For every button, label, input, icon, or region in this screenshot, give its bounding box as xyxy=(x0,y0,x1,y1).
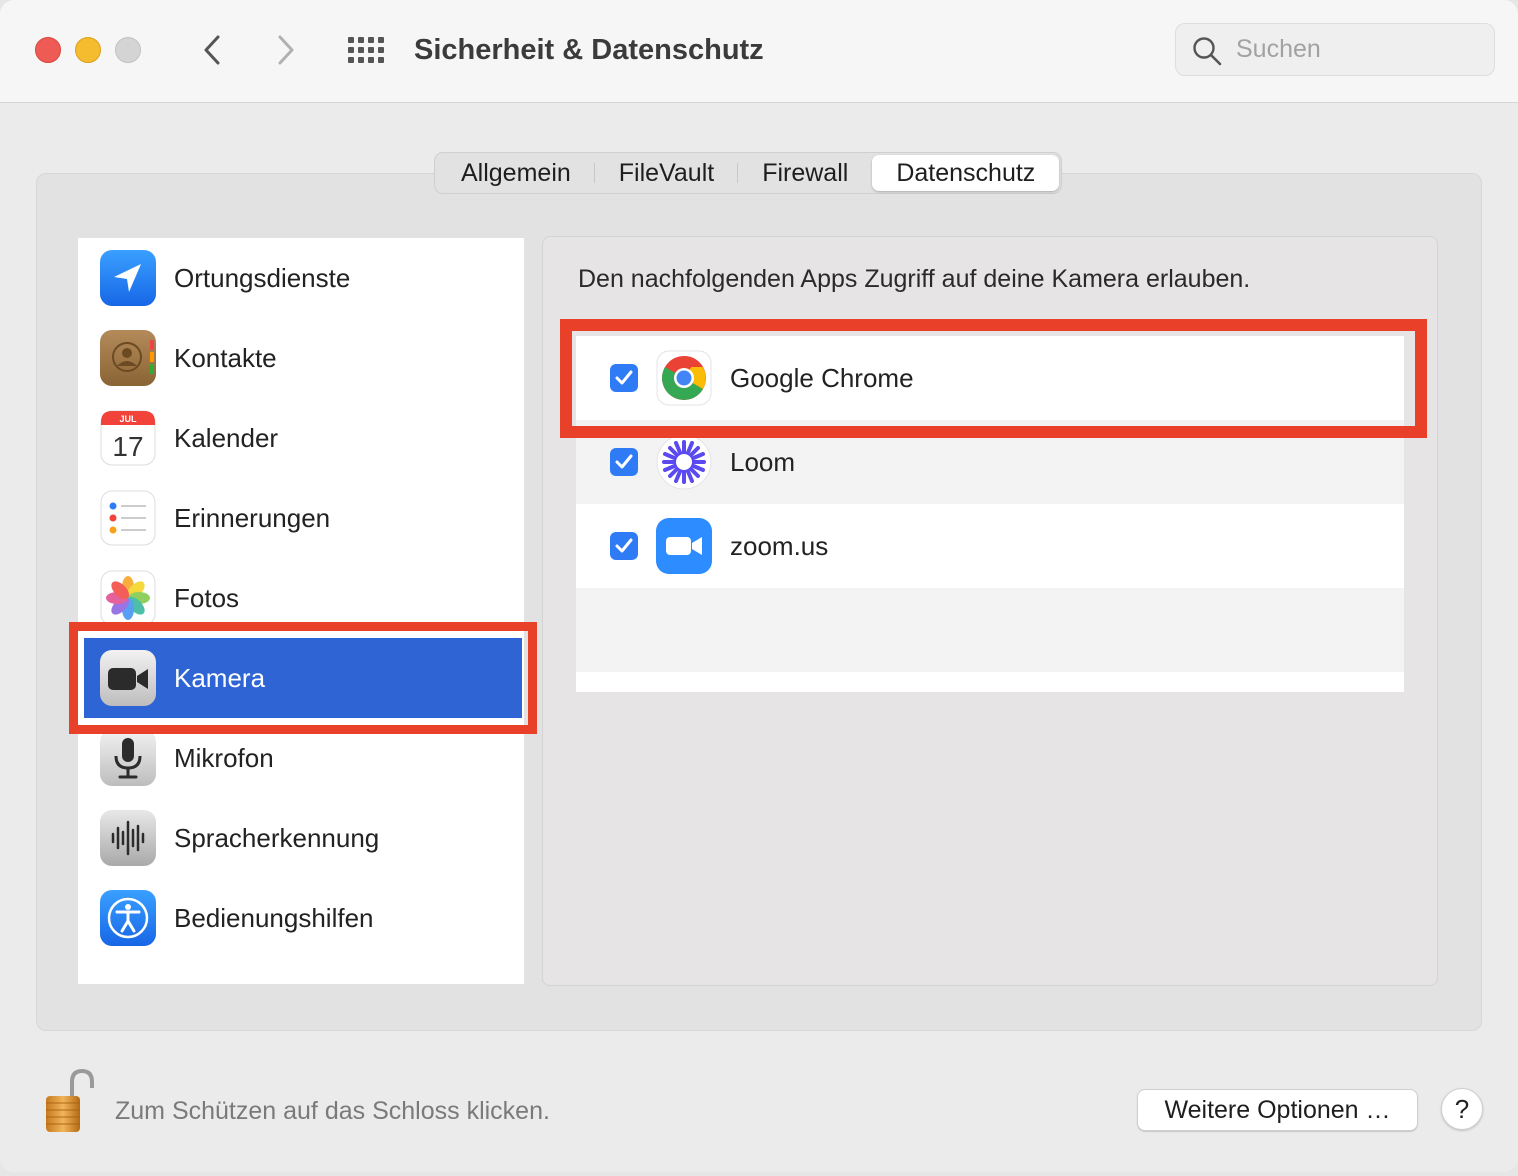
forward-button[interactable] xyxy=(266,30,306,70)
sidebar-item-label: Kamera xyxy=(174,663,266,693)
sidebar-item-label: Mikrofon xyxy=(174,743,274,773)
sidebar-item-erinnerungen[interactable]: Erinnerungen xyxy=(78,478,524,558)
chrome-checkbox[interactable] xyxy=(610,364,638,392)
calendar-month: JUL xyxy=(119,414,137,424)
zoom-checkbox[interactable] xyxy=(610,532,638,560)
sidebar-item-label: Spracherkennung xyxy=(174,823,380,853)
contacts-icon xyxy=(100,330,156,386)
sidebar-item-label: Erinnerungen xyxy=(174,503,331,533)
sidebar-item-label: Bedienungshilfen xyxy=(174,903,374,933)
sidebar-item-bedienungshilfen[interactable]: Bedienungshilfen xyxy=(78,878,524,958)
app-row-google-chrome: Google Chrome xyxy=(576,336,1404,420)
calendar-day: 17 xyxy=(112,431,143,462)
sidebar-item-mikrofon[interactable]: Mikrofon xyxy=(78,718,524,798)
search-field[interactable] xyxy=(1175,23,1495,76)
sidebar-item-label: Fotos xyxy=(174,583,240,613)
zoom-icon xyxy=(656,518,712,574)
app-row-empty xyxy=(576,588,1404,672)
sidebar-item-spracherkennung[interactable]: Spracherkennung xyxy=(78,798,524,878)
loom-icon xyxy=(656,434,712,490)
back-button[interactable] xyxy=(192,30,232,70)
sidebar-item-kalender[interactable]: JUL 17 Kalender xyxy=(78,398,524,478)
app-row-zoom: zoom.us xyxy=(576,504,1404,588)
checkmark-icon xyxy=(615,370,633,385)
sidebar-item-label: Kontakte xyxy=(174,343,277,373)
show-all-button[interactable] xyxy=(346,30,386,70)
app-row-loom: Loom xyxy=(576,420,1404,504)
sidebar-item-fotos[interactable]: Fotos xyxy=(78,558,524,638)
search-icon xyxy=(1193,37,1222,66)
loom-checkbox[interactable] xyxy=(610,448,638,476)
more-options-button[interactable]: Weitere Optionen … xyxy=(1137,1089,1418,1131)
search-input[interactable] xyxy=(1236,24,1476,75)
close-window-button[interactable] xyxy=(35,37,61,63)
sidebar-item-label: Kalender xyxy=(174,423,279,453)
microphone-icon xyxy=(100,730,156,786)
app-label: Loom xyxy=(730,447,796,477)
app-label: zoom.us xyxy=(730,531,829,561)
checkmark-icon xyxy=(615,538,633,553)
chevron-left-icon xyxy=(204,35,220,65)
preferences-window: Sicherheit & Datenschutz Allgemein FileV… xyxy=(0,0,1518,1172)
accessibility-icon xyxy=(100,890,156,946)
window-title: Sicherheit & Datenschutz xyxy=(414,34,764,66)
app-label: Google Chrome xyxy=(730,363,914,393)
chevron-right-icon xyxy=(278,35,294,65)
waveform-icon xyxy=(100,810,156,866)
panel-description: Den nachfolgenden Apps Zugriff auf deine… xyxy=(578,265,1251,293)
photos-icon xyxy=(100,570,156,626)
lock-hint-text: Zum Schützen auf das Schloss klicken. xyxy=(115,1097,550,1125)
sidebar-item-kamera[interactable]: Kamera xyxy=(84,638,522,718)
tab-allgemein[interactable]: Allgemein xyxy=(437,155,595,191)
lock-icon[interactable] xyxy=(42,1066,98,1136)
grid-icon xyxy=(348,37,384,63)
tab-bar: Allgemein FileVault Firewall Datenschutz xyxy=(434,152,1063,194)
tab-firewall[interactable]: Firewall xyxy=(738,155,872,191)
camera-icon xyxy=(100,650,156,706)
sidebar-item-label: Ortungsdienste xyxy=(174,263,351,293)
tab-filevault[interactable]: FileVault xyxy=(595,155,739,191)
zoom-window-button[interactable] xyxy=(115,37,141,63)
sidebar-item-kontakte[interactable]: Kontakte xyxy=(78,318,524,398)
privacy-category-list: Ortungsdienste Kontakte JUL 17 Kalender xyxy=(78,238,524,984)
checkmark-icon xyxy=(615,454,633,469)
reminders-icon xyxy=(100,490,156,546)
chrome-icon xyxy=(656,350,712,406)
titlebar: Sicherheit & Datenschutz xyxy=(0,0,1518,103)
app-list: Google Chrome Loom zoom.us xyxy=(576,336,1404,692)
location-arrow-icon xyxy=(100,250,156,306)
tab-datenschutz[interactable]: Datenschutz xyxy=(872,155,1060,191)
help-button[interactable]: ? xyxy=(1441,1088,1483,1130)
calendar-icon: JUL 17 xyxy=(100,410,156,466)
sidebar-item-ortungsdienste[interactable]: Ortungsdienste xyxy=(78,238,524,318)
minimize-window-button[interactable] xyxy=(75,37,101,63)
